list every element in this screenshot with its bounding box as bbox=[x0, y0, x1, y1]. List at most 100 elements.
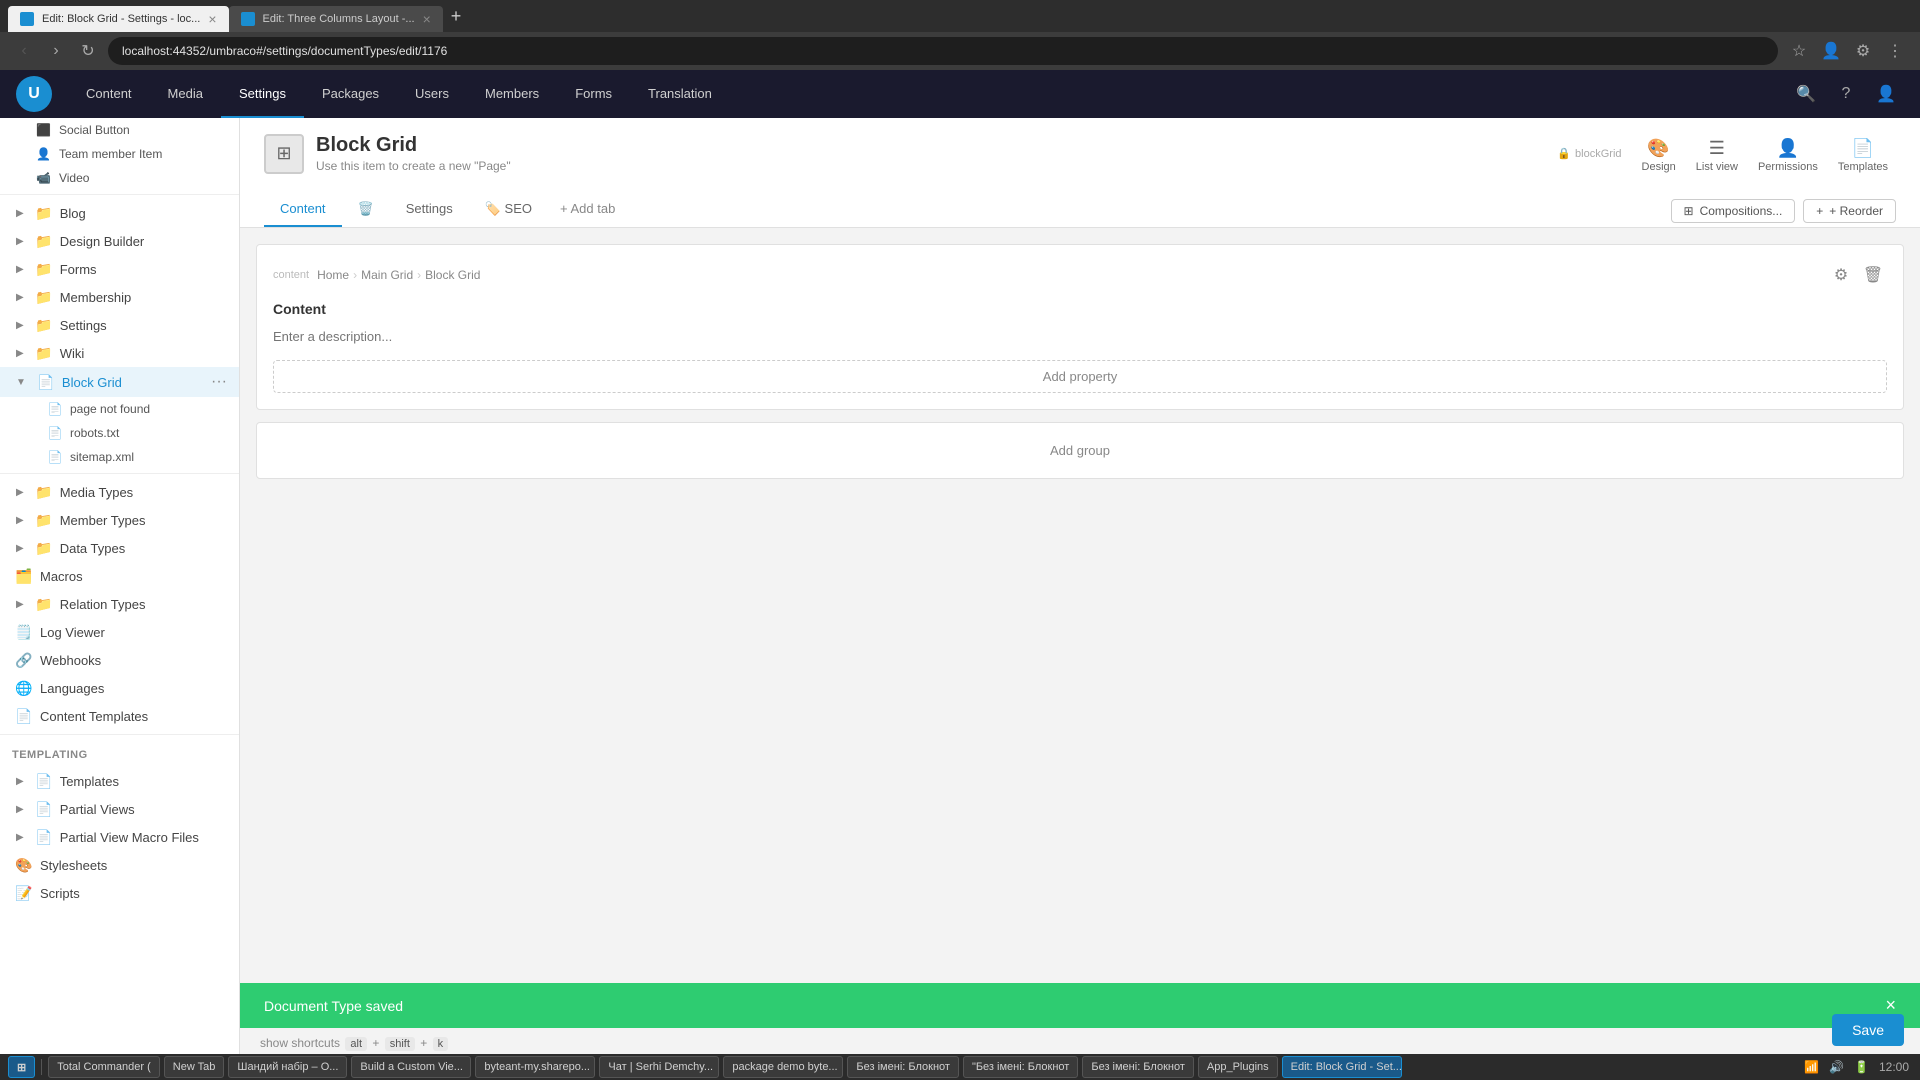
blog-arrow: ▶ bbox=[16, 208, 24, 219]
sidebar-item-design-builder[interactable]: ▶ 📁 Design Builder bbox=[0, 227, 239, 255]
sidebar-item-member-types[interactable]: ▶ 📁 Member Types bbox=[0, 506, 239, 534]
taskbar-item-package-demo[interactable]: package demo byte... bbox=[723, 1056, 843, 1078]
tab-content[interactable]: Content bbox=[264, 193, 342, 227]
video-icon: 📹 bbox=[36, 171, 51, 185]
description-area bbox=[273, 325, 1887, 348]
taskbar-item-total-commander[interactable]: Total Commander ( bbox=[48, 1056, 160, 1078]
tab-settings[interactable]: Settings bbox=[390, 193, 469, 227]
taskbar-item-app-plugins[interactable]: App_Plugins bbox=[1198, 1056, 1278, 1078]
sidebar-label-robots-txt: robots.txt bbox=[70, 426, 119, 440]
browser-tab-2[interactable]: Edit: Three Columns Layout -... × bbox=[229, 6, 443, 32]
group-settings-button[interactable]: ⚙ bbox=[1827, 261, 1855, 289]
group-label: content bbox=[273, 269, 309, 281]
user-account-button[interactable]: 👤 bbox=[1818, 38, 1844, 64]
sidebar-item-social-button[interactable]: ⬛ Social Button bbox=[0, 118, 239, 142]
sidebar-item-video[interactable]: 📹 Video bbox=[0, 166, 239, 190]
forward-button[interactable]: › bbox=[44, 39, 68, 63]
compositions-button[interactable]: ⊞ Compositions... bbox=[1671, 199, 1796, 223]
user-profile-button[interactable]: 👤 bbox=[1868, 76, 1904, 112]
reorder-button[interactable]: + + Reorder bbox=[1803, 199, 1896, 223]
sidebar-item-block-grid[interactable]: ▼ 📄 Block Grid ··· bbox=[0, 367, 239, 397]
menu-button[interactable]: ⋮ bbox=[1882, 38, 1908, 64]
sidebar-item-robots-txt[interactable]: 📄 robots.txt bbox=[0, 421, 239, 445]
address-bar[interactable] bbox=[108, 37, 1778, 65]
taskbar-item-shanidy[interactable]: Шандий набір – О... bbox=[228, 1056, 347, 1078]
page-not-found-icon: 📄 bbox=[48, 402, 62, 416]
sidebar-item-media-types[interactable]: ▶ 📁 Media Types bbox=[0, 478, 239, 506]
tab-seo[interactable]: 🏷️ SEO bbox=[469, 193, 548, 227]
tab-close-2[interactable]: × bbox=[423, 11, 431, 27]
browser-tab-1[interactable]: Edit: Block Grid - Settings - loc... × bbox=[8, 6, 229, 32]
nav-users[interactable]: Users bbox=[397, 70, 467, 118]
permissions-action-btn[interactable]: 👤 Permissions bbox=[1750, 134, 1826, 177]
taskbar-item-chat-serhi[interactable]: Чат | Serhi Demchy... bbox=[599, 1056, 719, 1078]
partial-view-macro-arrow: ▶ bbox=[16, 832, 24, 843]
group-delete-button[interactable]: 🗑 bbox=[1859, 261, 1887, 289]
tab-trash[interactable]: 🗑️ bbox=[342, 193, 390, 227]
new-tab-button[interactable]: + bbox=[443, 6, 470, 27]
sidebar-item-webhooks[interactable]: 🔗 Webhooks bbox=[0, 646, 239, 674]
sidebar-label-settings-doc: Settings bbox=[60, 318, 227, 333]
sidebar-item-templates[interactable]: ▶ 📄 Templates bbox=[0, 767, 239, 795]
help-button[interactable]: ? bbox=[1828, 76, 1864, 112]
sidebar-label-scripts: Scripts bbox=[40, 886, 227, 901]
nav-content[interactable]: Content bbox=[68, 70, 150, 118]
back-button[interactable]: ‹ bbox=[12, 39, 36, 63]
extensions-button[interactable]: ⚙ bbox=[1850, 38, 1876, 64]
tab-add[interactable]: + Add tab bbox=[548, 193, 627, 227]
templates-action-btn[interactable]: 📄 Templates bbox=[1830, 134, 1896, 177]
sidebar-item-log-viewer[interactable]: 🗒️ Log Viewer bbox=[0, 618, 239, 646]
sidebar-item-relation-types[interactable]: ▶ 📁 Relation Types bbox=[0, 590, 239, 618]
sidebar-item-content-templates[interactable]: 📄 Content Templates bbox=[0, 702, 239, 730]
taskbar-item-build-custom[interactable]: Build a Custom Vie... bbox=[351, 1056, 471, 1078]
sidebar-item-stylesheets[interactable]: 🎨 Stylesheets bbox=[0, 851, 239, 879]
nav-translation[interactable]: Translation bbox=[630, 70, 730, 118]
description-input[interactable] bbox=[273, 325, 1887, 348]
sidebar-item-partial-view-macro-files[interactable]: ▶ 📄 Partial View Macro Files bbox=[0, 823, 239, 851]
search-button[interactable]: 🔍 bbox=[1788, 76, 1824, 112]
shortcut-k: k bbox=[433, 1037, 449, 1051]
toast: Document Type saved × bbox=[240, 983, 1920, 1028]
refresh-button[interactable]: ↻ bbox=[76, 39, 100, 63]
sidebar-item-sitemap-xml[interactable]: 📄 sitemap.xml bbox=[0, 445, 239, 469]
bookmark-button[interactable]: ☆ bbox=[1786, 38, 1812, 64]
sidebar-item-languages[interactable]: 🌐 Languages bbox=[0, 674, 239, 702]
block-grid-more[interactable]: ··· bbox=[211, 373, 227, 391]
sidebar-item-blog[interactable]: ▶ 📁 Blog bbox=[0, 199, 239, 227]
taskbar-item-bez-imeni-2[interactable]: "Без імені: Блокнот bbox=[963, 1056, 1078, 1078]
sidebar-item-forms[interactable]: ▶ 📁 Forms bbox=[0, 255, 239, 283]
sidebar-item-membership[interactable]: ▶ 📁 Membership bbox=[0, 283, 239, 311]
sidebar-item-partial-views[interactable]: ▶ 📄 Partial Views bbox=[0, 795, 239, 823]
taskbar-item-edit-block-grid[interactable]: Edit: Block Grid - Set... bbox=[1282, 1056, 1402, 1078]
nav-media[interactable]: Media bbox=[150, 70, 221, 118]
taskbar-item-bez-imeni-3[interactable]: Без імені: Блокнот bbox=[1082, 1056, 1194, 1078]
design-action-btn[interactable]: 🎨 Design bbox=[1634, 134, 1684, 177]
add-group-button[interactable]: Add group bbox=[1050, 443, 1110, 458]
taskbar-start[interactable]: ⊞ bbox=[8, 1056, 35, 1078]
nav-members[interactable]: Members bbox=[467, 70, 557, 118]
sidebar-item-settings-doc[interactable]: ▶ 📁 Settings bbox=[0, 311, 239, 339]
nav-packages[interactable]: Packages bbox=[304, 70, 397, 118]
sidebar-item-macros[interactable]: 🗂️ Macros bbox=[0, 562, 239, 590]
add-property-button[interactable]: Add property bbox=[273, 360, 1887, 393]
sidebar-item-scripts[interactable]: 📝 Scripts bbox=[0, 879, 239, 907]
tab-close-1[interactable]: × bbox=[208, 11, 216, 27]
app-logo[interactable]: U bbox=[16, 76, 52, 112]
taskbar-item-new-tab[interactable]: New Tab bbox=[164, 1056, 225, 1078]
save-button[interactable]: Save bbox=[1832, 1014, 1904, 1046]
taskbar-item-byteant[interactable]: byteant-my.sharepo... bbox=[475, 1056, 595, 1078]
list-view-action-btn[interactable]: ☰ List view bbox=[1688, 134, 1746, 177]
nav-forms[interactable]: Forms bbox=[557, 70, 630, 118]
templates-icon: 📄 bbox=[36, 773, 52, 789]
toast-close-button[interactable]: × bbox=[1885, 995, 1896, 1016]
sidebar-item-team-member[interactable]: 👤 Team member Item bbox=[0, 142, 239, 166]
membership-icon: 📁 bbox=[36, 289, 52, 305]
sidebar-item-wiki[interactable]: ▶ 📁 Wiki bbox=[0, 339, 239, 367]
taskbar-item-bez-imeni-1[interactable]: Без імені: Блокнот bbox=[847, 1056, 959, 1078]
shortcut-alt: alt bbox=[345, 1037, 367, 1051]
sidebar-label-relation-types: Relation Types bbox=[60, 597, 227, 612]
content-templates-icon: 📄 bbox=[16, 708, 32, 724]
sidebar-item-page-not-found[interactable]: 📄 page not found bbox=[0, 397, 239, 421]
nav-settings[interactable]: Settings bbox=[221, 70, 304, 118]
sidebar-item-data-types[interactable]: ▶ 📁 Data Types bbox=[0, 534, 239, 562]
